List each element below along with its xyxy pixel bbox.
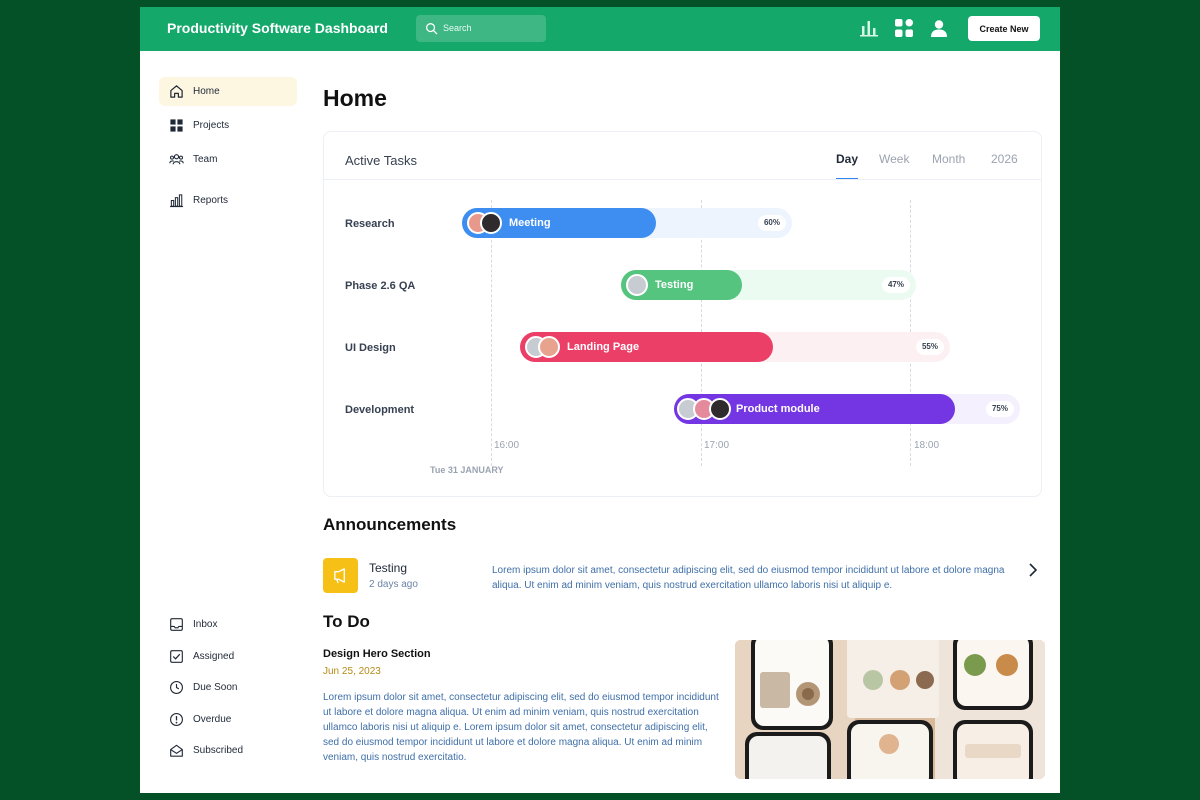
announcement-text: Lorem ipsum dolor sit amet, consectetur … <box>492 565 1005 591</box>
time-label: 18:00 <box>914 440 940 451</box>
progress-percent: 47% <box>881 277 910 293</box>
megaphone-icon <box>334 568 345 584</box>
tab-year[interactable]: 2026 <box>991 152 1018 166</box>
app-mockup-illustration <box>735 640 1045 779</box>
sidebar-item-overdue[interactable]: Overdue <box>159 705 297 734</box>
sidebar: Home Projects Team Reports Inbox Assigne… <box>140 51 310 793</box>
task-label: Landing Page <box>567 341 640 353</box>
top-bar: Productivity Software Dashboard Search C… <box>140 7 1060 51</box>
task-label: Meeting <box>509 217 551 229</box>
avatar <box>709 398 731 420</box>
sidebar-item-inbox[interactable]: Inbox <box>159 610 297 639</box>
announcement-title: Testing <box>369 561 408 575</box>
tab-day[interactable]: Day <box>836 152 858 166</box>
task-label: Testing <box>655 279 694 291</box>
mail-open-icon <box>170 744 183 757</box>
sidebar-item-label: Due Soon <box>193 682 238 693</box>
app-title: Productivity Software Dashboard <box>167 20 388 36</box>
todo-item-date: Jun 25, 2023 <box>323 666 381 677</box>
announcement-time: 2 days ago <box>369 579 418 590</box>
task-bar-meeting[interactable]: Meeting <box>462 208 656 238</box>
progress-percent: 75% <box>985 401 1014 417</box>
sidebar-item-projects[interactable]: Projects <box>159 111 297 140</box>
time-label: 17:00 <box>704 440 730 451</box>
sidebar-item-due-soon[interactable]: Due Soon <box>159 673 297 702</box>
announcement-badge <box>323 558 358 593</box>
sidebar-item-label: Subscribed <box>193 745 244 756</box>
card-title: Active Tasks <box>345 153 418 168</box>
search-input[interactable]: Search <box>416 15 546 42</box>
bar-chart-icon[interactable] <box>859 18 879 38</box>
grid-line <box>491 200 492 466</box>
team-icon <box>169 154 184 165</box>
active-tasks-card: Active Tasks Day Week Month 2026 Researc… <box>323 131 1042 497</box>
time-range-tabs: Day Week Month 2026 <box>836 152 1036 182</box>
sidebar-item-reports[interactable]: Reports <box>159 186 297 215</box>
todo-title: To Do <box>323 612 370 631</box>
design-preview-image[interactable] <box>735 640 1045 779</box>
apps-grid-icon[interactable] <box>894 18 914 38</box>
check-square-icon <box>170 650 183 663</box>
sidebar-item-label: Assigned <box>193 651 235 662</box>
app-window: Productivity Software Dashboard Search C… <box>140 7 1060 793</box>
avatar <box>538 336 560 358</box>
user-icon[interactable] <box>929 18 949 38</box>
inbox-icon <box>170 618 183 631</box>
task-bar-testing[interactable]: Testing <box>621 270 742 300</box>
chevron-right-icon[interactable] <box>1026 561 1040 579</box>
sidebar-item-label: Overdue <box>193 714 232 725</box>
tab-week[interactable]: Week <box>879 152 909 166</box>
date-label: Tue 31 JANUARY <box>430 465 504 475</box>
avatar <box>480 212 502 234</box>
page-title: Home <box>323 85 387 111</box>
clock-icon <box>170 681 183 694</box>
progress-percent: 55% <box>915 339 944 355</box>
sidebar-item-subscribed[interactable]: Subscribed <box>159 736 297 765</box>
grid-icon <box>170 119 183 132</box>
home-icon <box>170 85 183 98</box>
announcements-title: Announcements <box>323 515 457 534</box>
row-label-ui-design: UI Design <box>345 342 396 354</box>
sidebar-item-label: Home <box>193 86 220 97</box>
bar-chart-icon <box>169 194 184 208</box>
sidebar-item-assigned[interactable]: Assigned <box>159 642 297 671</box>
search-icon <box>426 23 438 35</box>
search-placeholder: Search <box>443 23 472 33</box>
task-bar-landing-page[interactable]: Landing Page <box>520 332 773 362</box>
row-label-development: Development <box>345 404 415 416</box>
create-new-button[interactable]: Create New <box>968 16 1040 41</box>
sidebar-item-home[interactable]: Home <box>159 77 297 106</box>
todo-item-text: Lorem ipsum dolor sit amet, consectetur … <box>323 692 719 763</box>
row-label-phase-qa: Phase 2.6 QA <box>345 280 416 292</box>
main-content: Home Active Tasks Day Week Month 2026 Re… <box>323 51 1045 793</box>
task-label: Product module <box>736 403 820 415</box>
task-bar-product-module[interactable]: Product module <box>674 394 955 424</box>
sidebar-item-label: Team <box>193 154 218 165</box>
divider <box>324 179 1041 180</box>
sidebar-item-label: Projects <box>193 120 230 131</box>
avatar <box>626 274 648 296</box>
tab-month[interactable]: Month <box>932 152 965 166</box>
time-label: 16:00 <box>494 440 520 451</box>
progress-percent: 60% <box>757 215 786 231</box>
sidebar-item-team[interactable]: Team <box>159 145 297 174</box>
sidebar-item-label: Inbox <box>193 619 218 630</box>
todo-item-title[interactable]: Design Hero Section <box>323 648 431 660</box>
row-label-research: Research <box>345 218 395 230</box>
sidebar-item-label: Reports <box>193 195 229 206</box>
alert-circle-icon <box>170 713 183 726</box>
